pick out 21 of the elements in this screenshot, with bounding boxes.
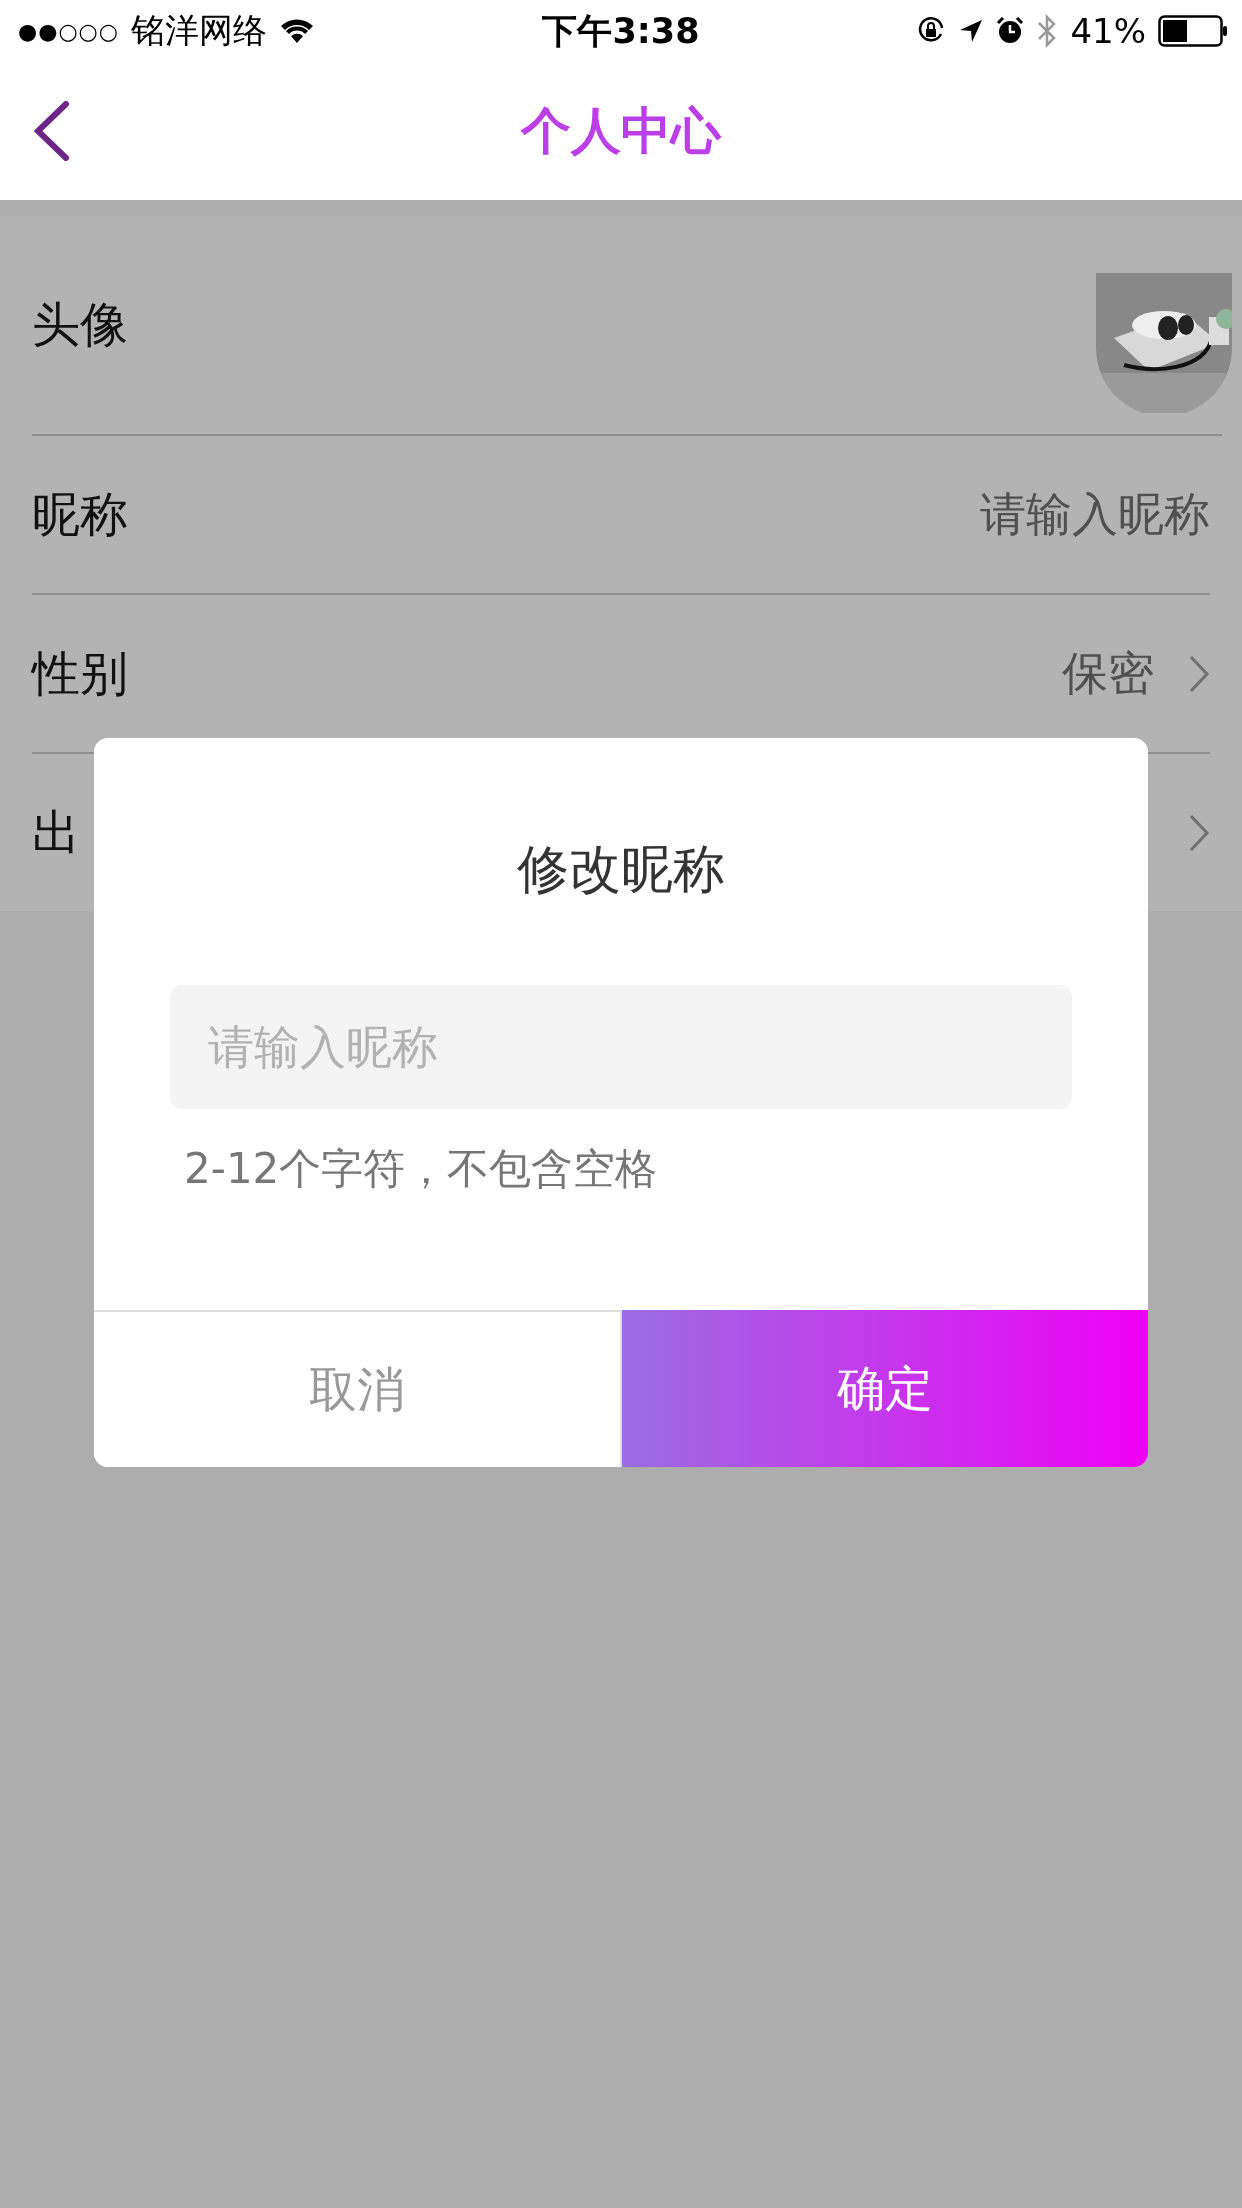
location-arrow-icon — [958, 18, 985, 44]
back-icon[interactable] — [32, 100, 72, 162]
row-label: 头像 — [32, 295, 128, 354]
cancel-button[interactable]: 取消 — [94, 1310, 622, 1467]
signal-dots: ●●○○○ — [18, 18, 119, 44]
page-title: 个人中心 — [521, 100, 721, 162]
row-label: 性别 — [32, 643, 128, 703]
row-value: 保密 — [1062, 644, 1154, 702]
row-label: 昵称 — [32, 484, 128, 544]
status-time: 下午3:38 — [542, 9, 700, 53]
alarm-icon — [996, 17, 1025, 45]
carrier-name: 铭洋网络 — [131, 9, 267, 52]
wifi-icon — [279, 17, 315, 45]
confirm-button[interactable]: 确定 — [622, 1310, 1148, 1467]
dialog-title: 修改昵称 — [516, 838, 726, 901]
hint-text: 2-12个字符，不包含空格 — [184, 1143, 659, 1195]
row-value: 请输入昵称 — [980, 485, 1210, 543]
battery-icon — [1158, 15, 1228, 47]
battery-percent: 41% — [1070, 11, 1146, 51]
nickname-input-field[interactable]: 请输入昵称 — [170, 985, 1072, 1109]
row-label: 出 — [32, 802, 80, 862]
